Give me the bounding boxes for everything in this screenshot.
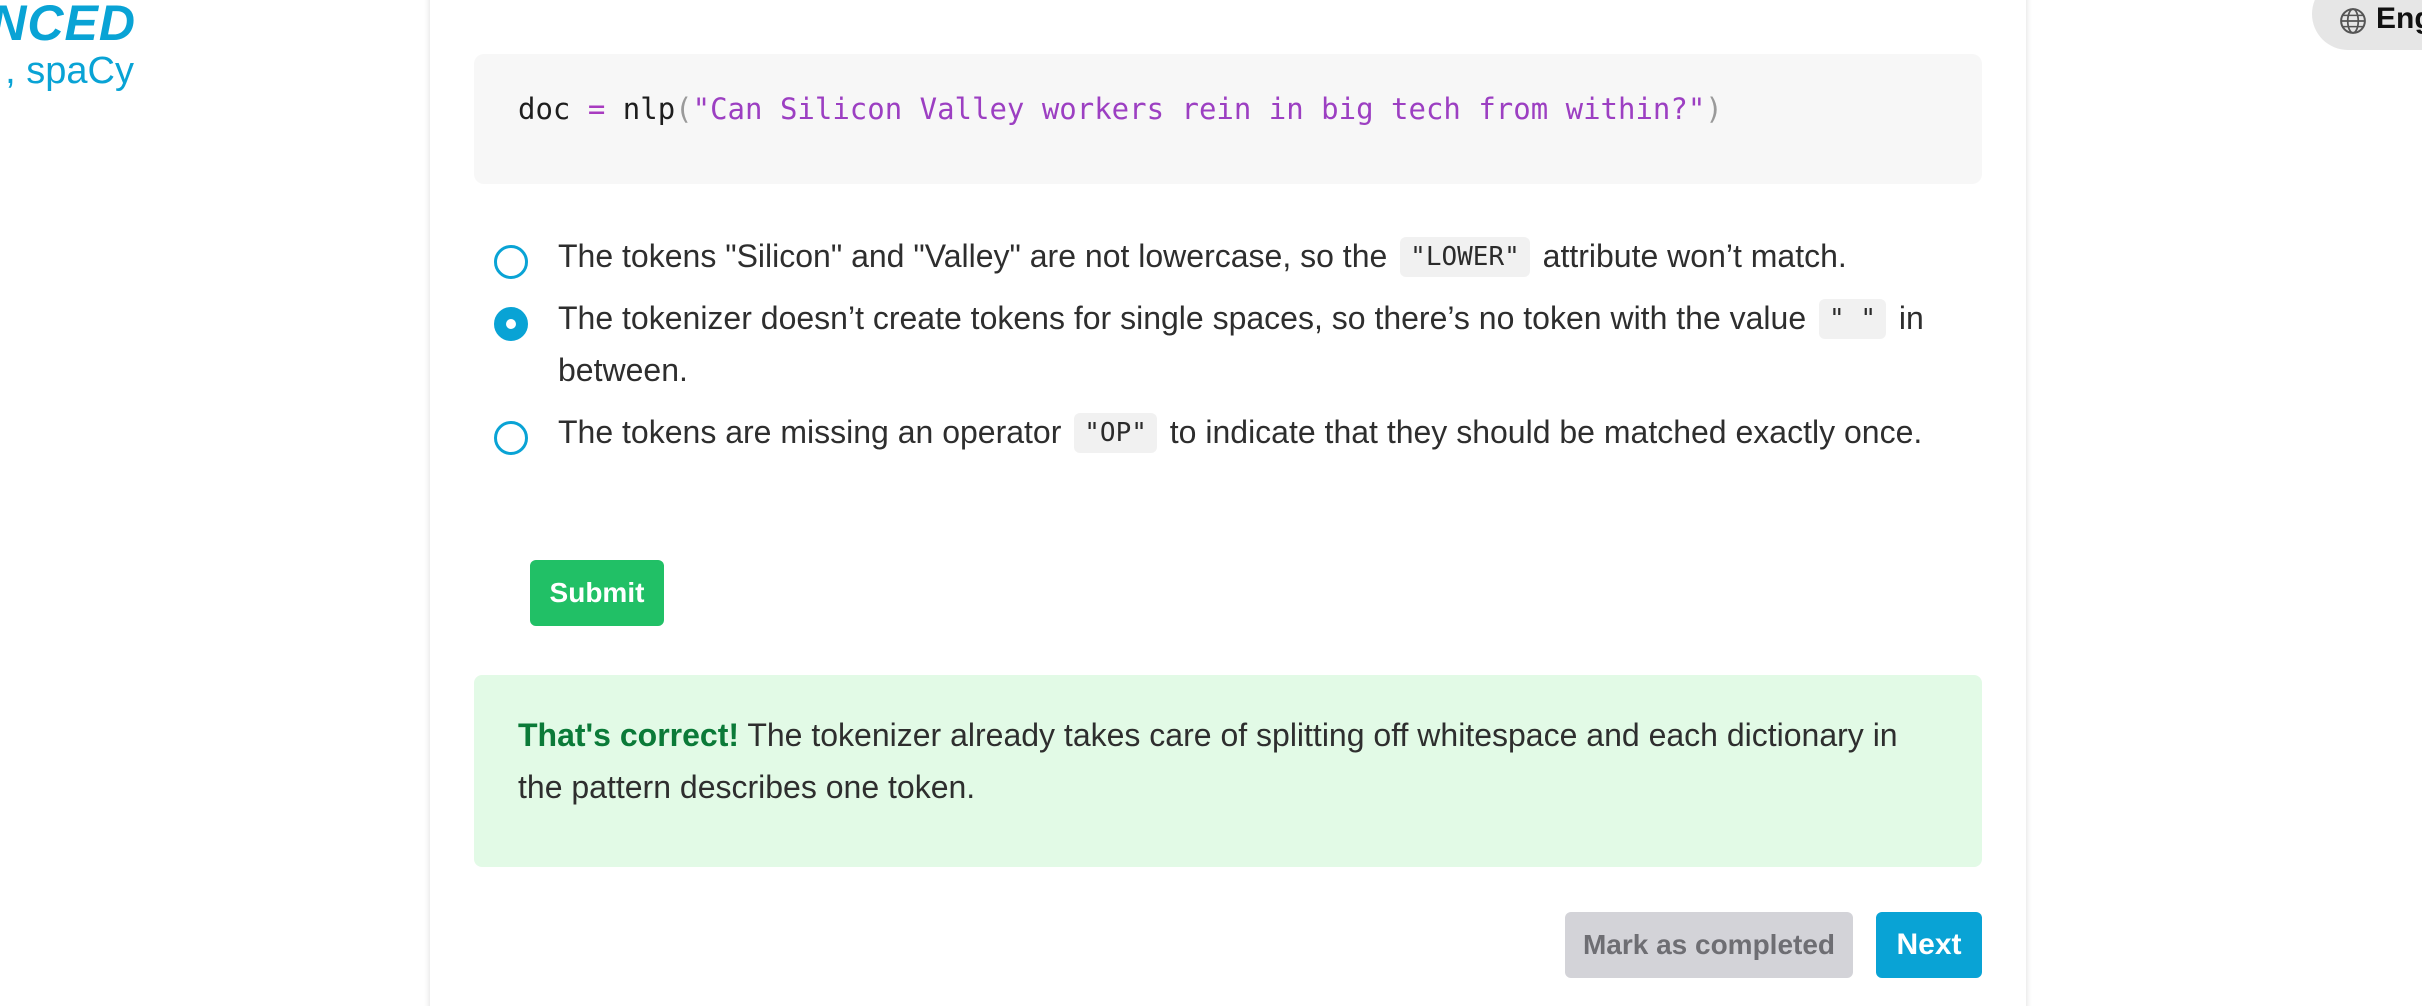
option-text: The tokens are missing an operator: [558, 414, 1071, 450]
answer-options: The tokens "Silicon" and "Valley" are no…: [494, 230, 1974, 468]
answer-option-1[interactable]: The tokens "Silicon" and "Valley" are no…: [494, 230, 1974, 282]
mark-as-completed-button[interactable]: Mark as completed: [1565, 912, 1853, 978]
logo-title: NCED: [0, 0, 136, 51]
option-text: to indicate that they should be matched …: [1160, 414, 1923, 450]
exercise-card: doc = nlp("Can Silicon Valley workers re…: [430, 0, 2026, 1006]
option-text: The tokenizer doesn’t create tokens for …: [558, 300, 1816, 336]
feedback-message: That's correct! The tokenizer already ta…: [474, 675, 1982, 867]
language-selector[interactable]: Eng: [2312, 0, 2422, 50]
code-operator: =: [570, 92, 623, 126]
logo-subtitle: , spaCy: [5, 50, 134, 92]
globe-icon: [2340, 8, 2366, 34]
radio-button[interactable]: [494, 421, 528, 455]
code-string: "Can Silicon Valley workers rein in big …: [692, 92, 1706, 126]
page: NCED , spaCy Eng doc = nlp("Can Silicon …: [0, 0, 2422, 1006]
option-text: attribute won’t match.: [1533, 238, 1847, 274]
submit-button[interactable]: Submit: [530, 560, 664, 626]
option-code: "OP": [1074, 413, 1157, 453]
option-code: " ": [1819, 299, 1886, 339]
radio-button[interactable]: [494, 245, 528, 279]
next-button[interactable]: Next: [1876, 912, 1982, 978]
code-paren-close: ): [1705, 92, 1723, 126]
code-paren-open: (: [675, 92, 693, 126]
option-text: The tokens "Silicon" and "Valley" are no…: [558, 238, 1397, 274]
code-variable: doc: [518, 92, 571, 126]
radio-button-selected[interactable]: [494, 307, 528, 341]
answer-option-3[interactable]: The tokens are missing an operator "OP" …: [494, 406, 1974, 458]
option-code: "LOWER": [1400, 237, 1530, 277]
answer-option-2[interactable]: The tokenizer doesn’t create tokens for …: [494, 292, 1974, 396]
language-label: Eng: [2376, 2, 2422, 35]
course-logo[interactable]: NCED , spaCy: [0, 0, 160, 110]
feedback-title: That's correct!: [518, 717, 739, 753]
code-function: nlp: [622, 92, 676, 126]
code-block: doc = nlp("Can Silicon Valley workers re…: [474, 54, 1982, 184]
